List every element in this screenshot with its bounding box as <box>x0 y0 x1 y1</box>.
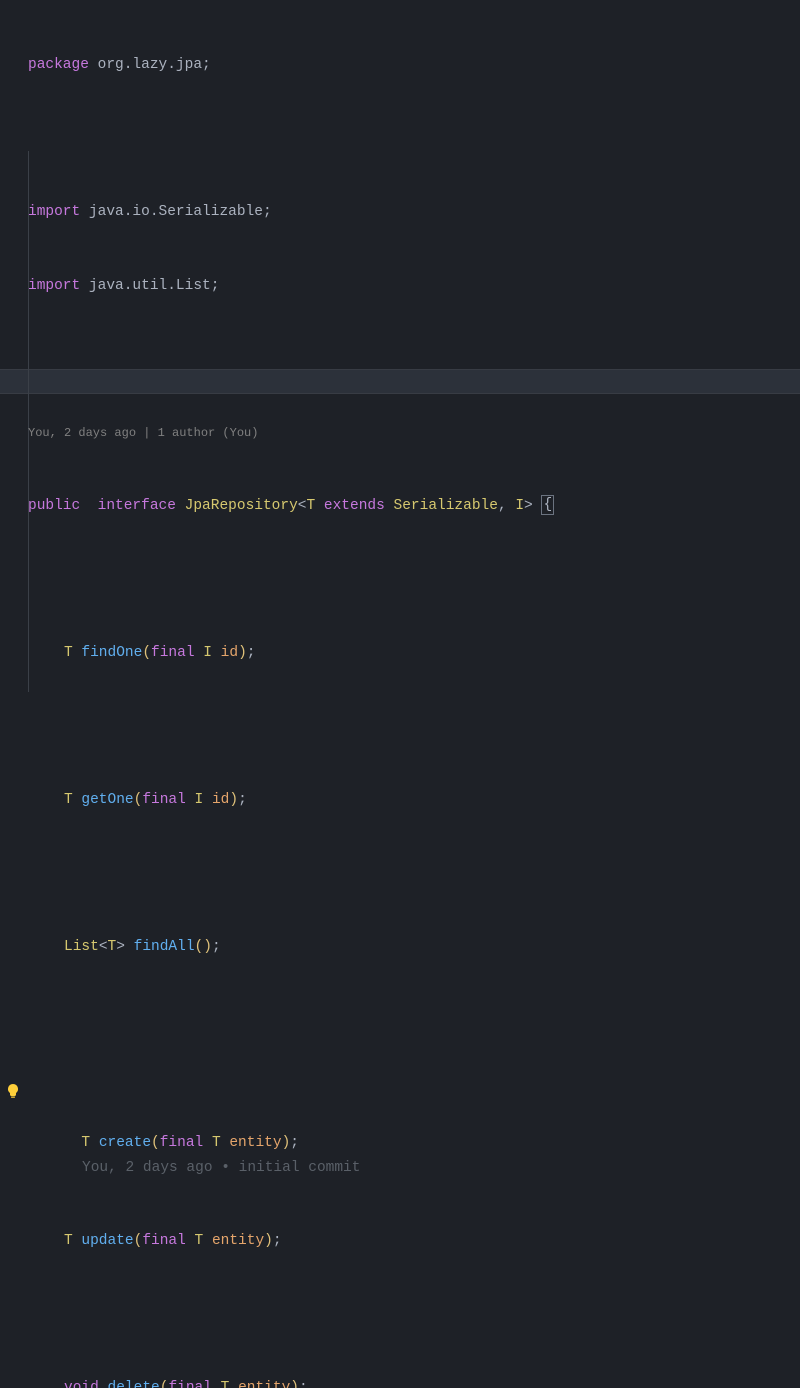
param-name: entity <box>212 1233 264 1249</box>
keyword-package: package <box>28 57 89 73</box>
paren-close: ) <box>290 1380 299 1388</box>
return-type: T <box>64 645 73 661</box>
angle-close: > <box>116 939 125 955</box>
semicolon: ; <box>290 1135 299 1151</box>
paren-close: ) <box>282 1135 291 1151</box>
code-line[interactable]: import java.io.Serializable; <box>28 200 800 225</box>
semicolon: ; <box>263 204 272 220</box>
type-param: T <box>306 498 315 514</box>
param-type: I <box>195 792 204 808</box>
lightbulb-icon[interactable] <box>5 1083 21 1099</box>
type-name: Serializable <box>394 498 498 514</box>
code-lens-authors[interactable]: You, 2 days ago | 1 author (You) <box>28 421 800 446</box>
semicolon: ; <box>238 792 247 808</box>
semicolon: ; <box>247 645 256 661</box>
blank-line <box>28 1303 800 1328</box>
code-line[interactable]: T create(final T entity); <box>28 1082 800 1107</box>
keyword-import: import <box>28 278 80 294</box>
angle-close: > <box>524 498 533 514</box>
package-name: org.lazy.jpa <box>89 57 202 73</box>
blank-line <box>28 862 800 887</box>
paren-open: ( <box>134 792 143 808</box>
code-line[interactable]: T findOne(final I id); <box>28 641 800 666</box>
blank-line <box>28 1009 800 1034</box>
code-line[interactable]: T update(final T entity); <box>28 1229 800 1254</box>
semicolon: ; <box>212 939 221 955</box>
keyword-final: final <box>151 645 195 661</box>
param-type: T <box>221 1380 230 1388</box>
return-type: void <box>64 1380 99 1388</box>
method-name: update <box>81 1233 133 1249</box>
inline-blame: You, 2 days ago • initial commit <box>82 1160 360 1176</box>
angle-open: < <box>99 939 108 955</box>
param-type: T <box>212 1135 221 1151</box>
param-type: I <box>203 645 212 661</box>
blank-line <box>28 347 800 372</box>
blank-line <box>28 568 800 593</box>
keyword-final: final <box>168 1380 212 1388</box>
code-line[interactable]: import java.util.List; <box>28 274 800 299</box>
paren-open: ( <box>195 939 204 955</box>
param-name: entity <box>229 1135 281 1151</box>
type-name: JpaRepository <box>185 498 298 514</box>
method-name: create <box>99 1135 151 1151</box>
semicolon: ; <box>211 278 220 294</box>
return-type: T <box>81 1135 90 1151</box>
type-param: I <box>515 498 524 514</box>
method-name: delete <box>108 1380 160 1388</box>
code-line[interactable]: T getOne(final I id); <box>28 788 800 813</box>
blame-annotation-line: You, 2 days ago • initial commit <box>28 1156 800 1181</box>
paren-open: ( <box>142 645 151 661</box>
blank-line <box>28 715 800 740</box>
return-type: List <box>64 939 99 955</box>
comma: , <box>498 498 507 514</box>
paren-close: ) <box>264 1233 273 1249</box>
param-type: T <box>195 1233 204 1249</box>
code-line[interactable]: List<T> findAll(); <box>28 935 800 960</box>
param-name: id <box>221 645 238 661</box>
semicolon: ; <box>273 1233 282 1249</box>
paren-open: ( <box>151 1135 160 1151</box>
import-path: java.util.List <box>80 278 211 294</box>
method-name: findOne <box>81 645 142 661</box>
keyword-interface: interface <box>98 498 176 514</box>
keyword-final: final <box>160 1135 204 1151</box>
type-param: T <box>108 939 117 955</box>
method-name: getOne <box>81 792 133 808</box>
param-name: entity <box>238 1380 290 1388</box>
code-line[interactable]: package org.lazy.jpa; <box>28 53 800 78</box>
semicolon: ; <box>202 57 211 73</box>
paren-open: ( <box>160 1380 169 1388</box>
paren-close: ) <box>229 792 238 808</box>
import-path: java.io.Serializable <box>80 204 263 220</box>
param-name: id <box>212 792 229 808</box>
return-type: T <box>64 792 73 808</box>
paren-close: ) <box>238 645 247 661</box>
blank-line <box>28 127 800 152</box>
code-editor[interactable]: package org.lazy.jpa; import java.io.Ser… <box>0 0 800 1388</box>
paren-open: ( <box>134 1233 143 1249</box>
keyword-final: final <box>142 792 186 808</box>
keyword-final: final <box>142 1233 186 1249</box>
code-line[interactable]: public interface JpaRepository<T extends… <box>28 494 800 519</box>
semicolon: ; <box>299 1380 308 1388</box>
keyword-import: import <box>28 204 80 220</box>
paren-close: ) <box>203 939 212 955</box>
keyword-public: public <box>28 498 80 514</box>
keyword-extends: extends <box>324 498 385 514</box>
code-line[interactable]: void delete(final T entity); <box>28 1376 800 1388</box>
return-type: T <box>64 1233 73 1249</box>
method-name: findAll <box>134 939 195 955</box>
brace-open-matched: { <box>541 495 554 515</box>
